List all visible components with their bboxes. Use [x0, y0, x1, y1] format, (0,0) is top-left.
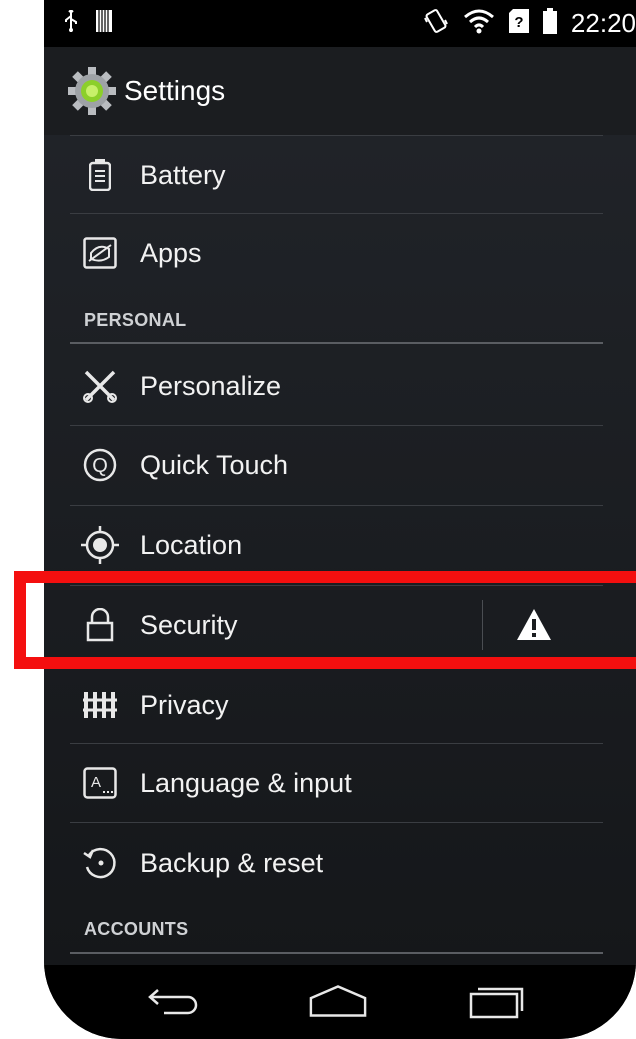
svg-text:Q: Q: [92, 455, 108, 477]
privacy-fence-icon: [80, 685, 120, 725]
settings-item-label: Security: [140, 609, 238, 640]
status-time: 22:20: [570, 8, 636, 38]
tools-icon: [80, 366, 120, 406]
action-bar: Settings: [44, 47, 636, 135]
settings-list[interactable]: Battery Apps PERSONAL Personalize Q Quic…: [44, 135, 636, 965]
settings-item-quick-touch[interactable]: Q Quick Touch: [44, 426, 636, 504]
recents-icon[interactable]: [468, 979, 528, 1023]
settings-item-label: Language & input: [140, 767, 352, 798]
wifi-icon: [463, 8, 495, 39]
battery-icon: [542, 8, 557, 39]
warning-icon[interactable]: [514, 605, 554, 645]
settings-item-label: Backup & reset: [140, 847, 324, 878]
location-icon: [80, 525, 120, 565]
home-icon[interactable]: [308, 979, 368, 1023]
navigation-bar: [44, 965, 636, 1039]
settings-item-backup-reset[interactable]: Backup & reset: [44, 824, 636, 902]
quick-touch-icon: Q: [80, 445, 120, 485]
settings-item-security[interactable]: Security: [44, 586, 636, 664]
settings-item-label: Battery: [140, 159, 226, 190]
settings-item-privacy[interactable]: Privacy: [44, 666, 636, 744]
backup-restore-icon: [80, 843, 120, 883]
section-header-personal: PERSONAL: [84, 310, 187, 330]
svg-text:A: A: [91, 774, 101, 791]
no-sim-icon: ?: [508, 9, 529, 38]
item-separator: [482, 600, 483, 650]
phone-screen: ? 22:20 Settings Battery Apps PERSONAL P…: [44, 0, 636, 1039]
back-icon[interactable]: [144, 979, 204, 1023]
settings-gear-icon[interactable]: [66, 65, 118, 117]
section-header-accounts: ACCOUNTS: [84, 919, 189, 939]
section-divider: [70, 342, 603, 344]
usb-icon: [64, 8, 78, 37]
divider: [70, 822, 603, 823]
settings-item-label: Quick Touch: [140, 449, 289, 480]
settings-item-label: Privacy: [140, 689, 229, 720]
battery-icon: [80, 155, 120, 195]
page-title: Settings: [124, 75, 226, 106]
settings-item-label: Apps: [140, 237, 202, 268]
vibrate-icon: [423, 8, 449, 39]
settings-item-label: Location: [140, 529, 243, 560]
settings-item-battery[interactable]: Battery: [44, 136, 636, 214]
sim-bars-icon: [96, 10, 112, 37]
keyboard-language-icon: A: [80, 763, 120, 803]
status-bar: ? 22:20: [44, 0, 636, 47]
settings-item-personalize[interactable]: Personalize: [44, 347, 636, 425]
section-divider: [70, 952, 603, 954]
settings-item-apps[interactable]: Apps: [44, 214, 636, 292]
svg-text:?: ?: [514, 14, 523, 31]
apps-icon: [80, 233, 120, 273]
settings-item-label: Personalize: [140, 370, 282, 401]
lock-icon: [80, 605, 120, 645]
settings-item-language-input[interactable]: A Language & input: [44, 744, 636, 822]
settings-item-location[interactable]: Location: [44, 506, 636, 584]
